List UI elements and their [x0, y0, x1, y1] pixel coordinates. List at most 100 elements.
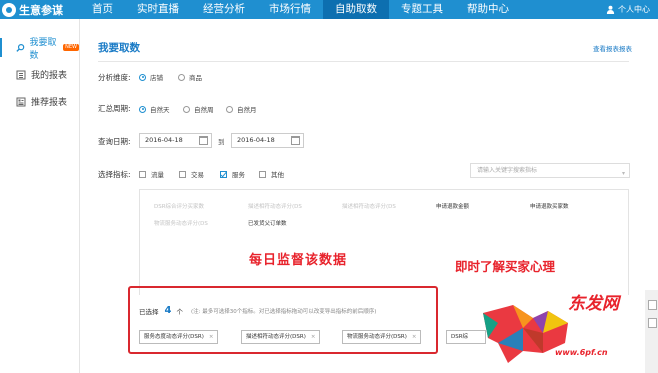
- radio-selected[interactable]: [139, 73, 146, 81]
- app-root: 生意参谋 首页 实时直播 经营分析 市场行情 自助取数 专题工具 帮助中心 个人…: [0, 0, 658, 373]
- checkbox[interactable]: [179, 170, 186, 178]
- metric-category-traffic[interactable]: 流量: [139, 169, 164, 179]
- option-label: 商品: [189, 74, 202, 82]
- selection-unit: 个: [176, 307, 183, 316]
- watermark-url: www.6pf.cn: [555, 348, 608, 357]
- checkbox[interactable]: [139, 170, 146, 178]
- period-option-week[interactable]: 自然周: [183, 104, 214, 114]
- search-icon: [16, 43, 25, 52]
- sidebar-item-label: 我要取数: [29, 37, 57, 61]
- metric-option[interactable]: 申请退款金额: [436, 202, 469, 210]
- metric-option[interactable]: DSR综合评分买家数: [154, 202, 204, 210]
- sidebar: 我要取数 NEW 我的报表 推荐报表: [0, 19, 80, 373]
- radio[interactable]: [183, 105, 190, 113]
- sidebar-item-label: 我的报表: [31, 71, 68, 81]
- nav-item-home[interactable]: 首页: [80, 0, 125, 19]
- page-title: 我要取数: [98, 42, 140, 54]
- annotation-buyer-insight: 即时了解买家心理: [455, 259, 556, 274]
- option-label: 店铺: [150, 74, 163, 82]
- nav-item-analysis[interactable]: 经营分析: [191, 0, 257, 19]
- checkbox-checked[interactable]: [220, 170, 227, 178]
- end-date-value: 2016-04-18: [237, 136, 275, 144]
- metrics-label: 选择指标:: [98, 170, 131, 179]
- report-icon: [16, 97, 26, 106]
- selection-count: 4: [164, 305, 172, 316]
- checkbox[interactable]: [259, 170, 266, 178]
- close-icon[interactable]: ×: [311, 334, 316, 340]
- view-report-link[interactable]: 查看报表报表: [593, 43, 632, 53]
- nav-item-live[interactable]: 实时直播: [125, 0, 191, 19]
- dimension-label: 分析维度:: [98, 73, 131, 82]
- scroll-button[interactable]: [648, 300, 657, 310]
- scroll-button[interactable]: [648, 318, 657, 328]
- nav-item-market[interactable]: 市场行情: [257, 0, 323, 19]
- metric-option[interactable]: 申请退款买家数: [530, 202, 569, 210]
- user-menu[interactable]: 个人中心: [606, 0, 650, 19]
- selected-metric-tag[interactable]: 描述相符动态评分(DSR) ×: [241, 330, 321, 344]
- option-label: 自然天: [150, 106, 170, 114]
- period-option-day[interactable]: 自然天: [139, 104, 170, 114]
- sidebar-item-label: 推荐报表: [31, 98, 68, 108]
- watermark-bull-logo: [483, 305, 568, 363]
- option-label: 自然月: [237, 106, 257, 114]
- period-label: 汇总周期:: [98, 104, 131, 113]
- list-icon: [16, 70, 26, 79]
- radio-selected[interactable]: [139, 105, 146, 113]
- watermark-text: 东发网: [568, 294, 619, 314]
- selected-metric-tag[interactable]: 服务态度动态评分(DSR) ×: [139, 330, 219, 344]
- metric-option[interactable]: 已发货父订单数: [248, 219, 287, 227]
- metric-search-input[interactable]: 请输入关键字搜索指标 ▾: [470, 163, 630, 178]
- close-icon[interactable]: ×: [209, 334, 214, 340]
- calendar-icon[interactable]: [199, 136, 208, 145]
- user-label: 个人中心: [618, 5, 650, 14]
- tag-label: 服务态度动态评分(DSR): [144, 334, 204, 340]
- tag-label: 描述相符动态评分(DSR): [246, 334, 306, 340]
- divider: [98, 61, 629, 62]
- chevron-down-icon[interactable]: ▾: [622, 167, 625, 180]
- date-to-label: 到: [218, 138, 225, 146]
- tag-label: 物流服务动态评分(DSR): [347, 334, 407, 340]
- metric-options-panel: DSR综合评分买家数 描述相符动态评分(DS 描述相符动态评分(DS 申请退款金…: [139, 189, 629, 295]
- logo-text: 生意参谋: [19, 3, 63, 17]
- metric-option[interactable]: 描述相符动态评分(DS: [248, 202, 302, 210]
- nav-item-self-service[interactable]: 自助取数: [323, 0, 389, 19]
- calendar-icon[interactable]: [291, 136, 300, 145]
- selection-note: (注: 最多可选择30个指标。对已选择指标拖动可以改变导出指标的前后顺序): [190, 308, 377, 315]
- start-date-value: 2016-04-18: [145, 136, 183, 144]
- sidebar-item-my-reports[interactable]: 我的报表: [0, 61, 79, 88]
- selection-summary: 已选择 4 个 (注: 最多可选择30个指标。对已选择指标拖动可以改变导出指标的…: [139, 305, 376, 316]
- start-date-input[interactable]: 2016-04-18: [139, 133, 212, 148]
- selection-label: 已选择: [139, 307, 159, 316]
- logo[interactable]: 生意参谋: [0, 0, 63, 19]
- sidebar-item-recommended[interactable]: 推荐报表: [0, 88, 79, 115]
- checkbox-label: 其他: [271, 171, 284, 179]
- search-placeholder: 请输入关键字搜索指标: [477, 167, 538, 174]
- metric-category-trade[interactable]: 交易: [179, 169, 204, 179]
- tag-label: DSR综: [451, 334, 469, 340]
- option-label: 自然周: [194, 106, 214, 114]
- close-icon[interactable]: ×: [412, 334, 417, 340]
- new-badge: NEW: [63, 44, 79, 51]
- metric-category-other[interactable]: 其他: [259, 169, 284, 179]
- main-nav: 首页 实时直播 经营分析 市场行情 自助取数 专题工具 帮助中心: [80, 0, 521, 19]
- nav-item-tools[interactable]: 专题工具: [389, 0, 455, 19]
- end-date-input[interactable]: 2016-04-18: [231, 133, 304, 148]
- metric-category-service[interactable]: 服务: [220, 169, 245, 179]
- dimension-option-item[interactable]: 商品: [178, 72, 202, 82]
- metric-option[interactable]: 物流服务动态评分(DS: [154, 219, 208, 227]
- sidebar-item-fetch-data[interactable]: 我要取数 NEW: [0, 34, 79, 61]
- top-nav-bar: 生意参谋 首页 实时直播 经营分析 市场行情 自助取数 专题工具 帮助中心 个人…: [0, 0, 658, 19]
- selected-metric-tag[interactable]: 物流服务动态评分(DSR) ×: [342, 330, 422, 344]
- logo-icon: [2, 2, 16, 17]
- radio[interactable]: [226, 105, 233, 113]
- checkbox-label: 服务: [232, 171, 245, 179]
- user-icon: [606, 5, 615, 14]
- dimension-option-shop[interactable]: 店铺: [139, 72, 163, 82]
- annotation-daily-monitor: 每日监督该数据: [249, 253, 348, 268]
- checkbox-label: 流量: [151, 171, 164, 179]
- nav-item-help[interactable]: 帮助中心: [455, 0, 521, 19]
- radio[interactable]: [178, 73, 185, 81]
- date-label: 查询日期:: [98, 137, 131, 146]
- period-option-month[interactable]: 自然月: [226, 104, 257, 114]
- metric-option[interactable]: 描述相符动态评分(DS: [342, 202, 396, 210]
